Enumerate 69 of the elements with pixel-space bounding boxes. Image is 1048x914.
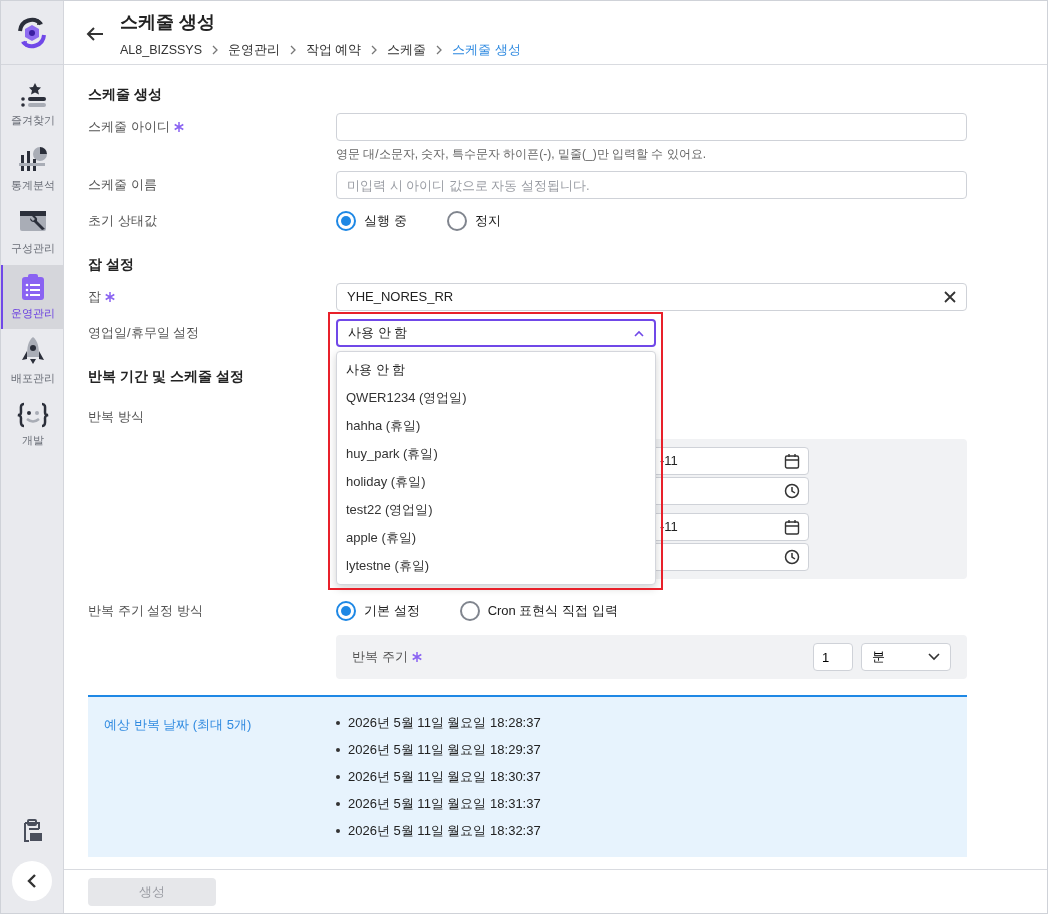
chevron-down-icon [928, 653, 940, 661]
text-input[interactable]: 미입력 시 아이디 값으로 자동 설정됩니다. [336, 171, 967, 199]
radio-option[interactable]: Cron 표현식 직접 입력 [459, 601, 618, 621]
sidebar-item[interactable]: 운영관리 [1, 265, 63, 329]
breadcrumb-link[interactable]: AL8_BIZSSYS [120, 41, 202, 60]
menu-option[interactable]: 사용 안 함 [337, 356, 655, 384]
rocket-icon [20, 335, 46, 366]
field-label: 스케줄 아이디 [88, 118, 170, 137]
menu-option[interactable]: QWER1234 (영업일) [337, 384, 655, 412]
radio-option[interactable]: 실행 중 [336, 211, 407, 231]
dropdown-select[interactable]: 사용 안 함 [336, 319, 656, 347]
clock-icon [784, 483, 800, 499]
collapse-button[interactable] [12, 861, 52, 901]
date-text: 2026년 5월 11일 월요일 18:28:37 [348, 713, 541, 732]
radio-option[interactable]: 정지 [446, 211, 501, 231]
radio-option[interactable]: 기본 설정 [336, 601, 420, 621]
menu-option[interactable]: hahha (휴일) [337, 412, 655, 440]
field-label: 영업일/휴무일 설정 [88, 324, 200, 343]
bullet-icon [336, 774, 340, 779]
sidebar-item[interactable]: 구성관리 [1, 201, 63, 265]
help-text: 영문 대/소문자, 숫자, 특수문자 하이픈(-), 밑줄(_)만 입력할 수 있어요. [336, 146, 707, 163]
chevron-right-icon [436, 45, 443, 56]
chevron-right-icon [371, 45, 378, 56]
period-label: 반복 주기 [352, 648, 408, 667]
sidebar-item[interactable]: 개발 [1, 393, 63, 457]
preview-title: 예상 반복 날짜 (최대 5개) [104, 716, 253, 734]
section-title: 반복 기간 및 스케줄 설정 [88, 367, 244, 385]
chevron-left-icon [27, 873, 37, 889]
calendar-icon [784, 519, 800, 535]
clock-icon [784, 549, 800, 565]
bullet-icon [336, 801, 340, 806]
bullet-icon [336, 747, 340, 752]
date-text: 2026년 5월 11일 월요일 18:31:37 [348, 794, 541, 813]
breadcrumb-link[interactable]: 스케줄 [387, 41, 427, 60]
section-title: 잡 설정 [88, 255, 134, 273]
log-clipboard-icon[interactable] [21, 819, 43, 843]
calendar-icon [784, 453, 800, 469]
clipboard-icon [21, 272, 45, 301]
breadcrumb-link[interactable]: 운영관리 [228, 41, 280, 60]
breadcrumb-link[interactable]: 작업 예약 [306, 41, 362, 60]
close-icon[interactable] [944, 291, 956, 303]
date-text: 2026년 5월 11일 월요일 18:30:37 [348, 767, 541, 786]
date-text: 2026년 5월 11일 월요일 18:32:37 [348, 821, 541, 840]
page-title: 스케줄 생성 [120, 11, 216, 33]
section-title: 스케줄 생성 [88, 85, 162, 103]
bullet-icon [336, 828, 340, 833]
field-label: 반복 주기 설정 방식 [88, 602, 203, 621]
bar-chart-icon [18, 144, 48, 173]
text-input[interactable] [336, 113, 967, 141]
number-input[interactable]: 1 [813, 643, 853, 671]
chevron-up-icon [634, 329, 644, 337]
field-label: 반복 방식 [88, 408, 144, 427]
braces-icon [16, 401, 50, 428]
unit-select[interactable]: 분 [861, 643, 951, 671]
job-field[interactable]: YHE_NORES_RR [336, 283, 967, 311]
chevron-right-icon [290, 45, 296, 56]
back-arrow-icon [86, 25, 104, 42]
field-label: 초기 상태값 [88, 212, 157, 231]
bullet-icon [336, 720, 340, 725]
star-list-icon [19, 81, 47, 108]
sidebar-item[interactable]: 통계분석 [1, 137, 63, 201]
date-text: 2026년 5월 11일 월요일 18:29:37 [348, 740, 541, 759]
field-label: 잡 [88, 288, 101, 307]
field-label: 스케줄 이름 [88, 176, 157, 195]
menu-option[interactable]: lytestne (휴일) [337, 552, 655, 580]
chevron-right-icon [212, 45, 218, 56]
sidebar-item[interactable]: 즐겨찾기 [1, 73, 63, 137]
sidebar-item[interactable]: 배포관리 [1, 329, 63, 393]
breadcrumb-link[interactable]: 스케줄 생성 [452, 41, 521, 60]
